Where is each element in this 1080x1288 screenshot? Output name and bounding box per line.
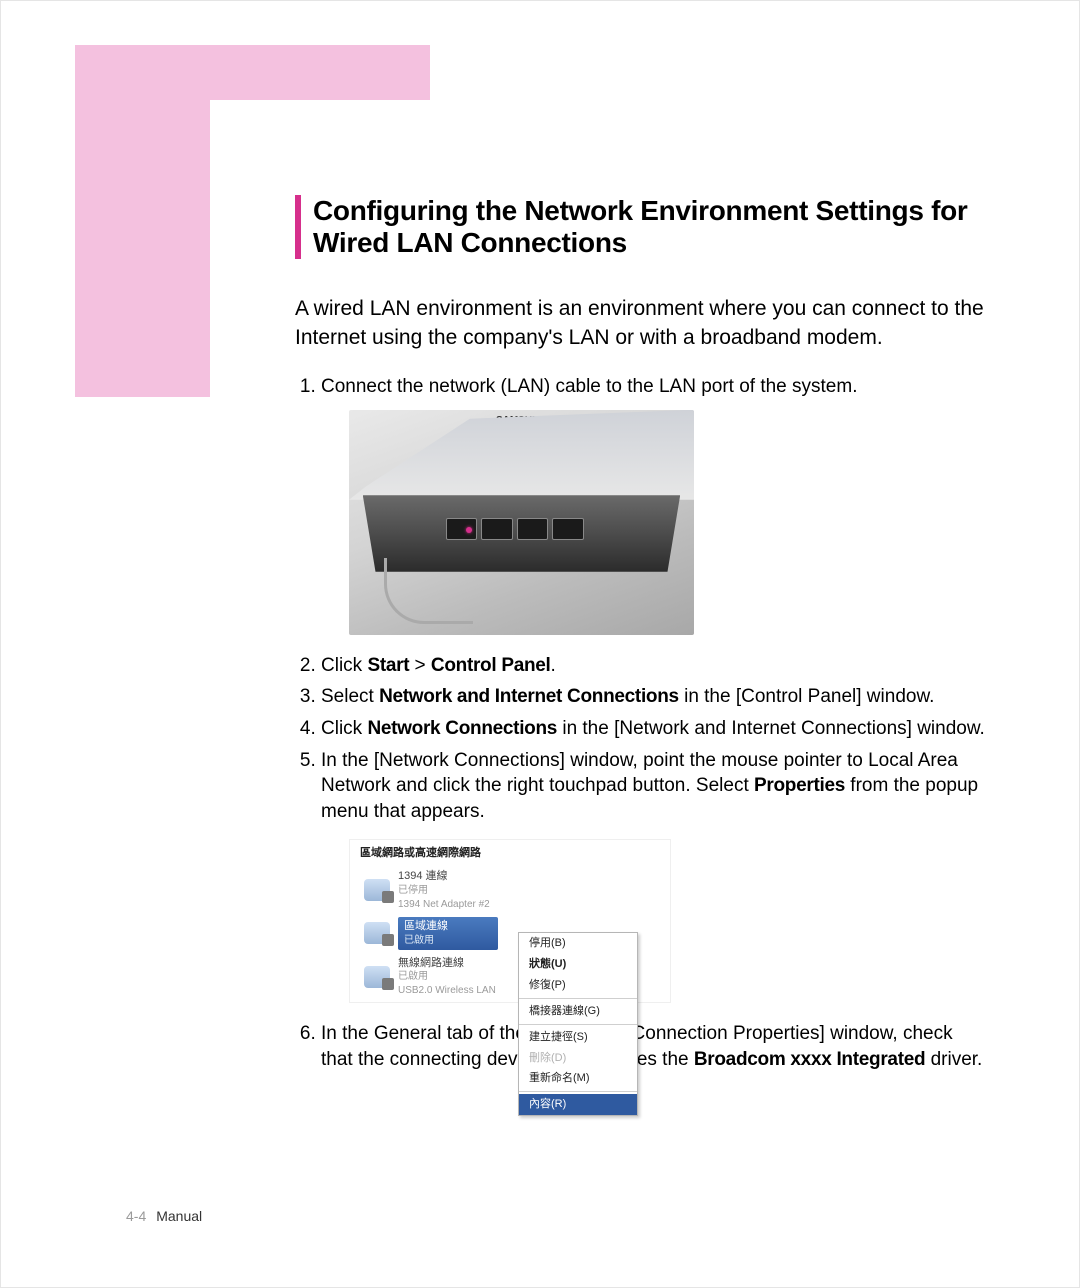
page-footer: 4-4 Manual <box>126 1208 202 1224</box>
step-3: Select Network and Internet Connections … <box>321 684 985 710</box>
step-list: Connect the network (LAN) cable to the L… <box>295 374 985 1073</box>
ctx-delete: 刪除(D) <box>519 1048 637 1069</box>
step-2-start: Start <box>367 655 409 676</box>
ctx-disable: 停用(B) <box>519 933 637 954</box>
connection-name: 無線網路連線 <box>398 957 464 969</box>
step-3-text-c: in the [Control Panel] window. <box>679 686 935 707</box>
connection-icon <box>364 879 390 901</box>
step-4: Click Network Connections in the [Networ… <box>321 716 985 742</box>
step-2-control-panel: Control Panel <box>431 655 551 676</box>
connection-adapter: USB2.0 Wireless LAN <box>398 984 496 998</box>
heading-wrap: Configuring the Network Environment Sett… <box>295 195 985 259</box>
step-3-net-internet: Network and Internet Connections <box>379 686 679 707</box>
step-1-text: Connect the network (LAN) cable to the L… <box>321 376 857 397</box>
step-4-text-c: in the [Network and Internet Connections… <box>557 718 985 739</box>
decor-bar-horizontal <box>75 45 430 100</box>
ctx-repair: 修復(P) <box>519 975 637 996</box>
lan-cable <box>384 558 473 624</box>
connection-status: 已啟用 <box>398 970 496 984</box>
figure-laptop-lan-port: SAMSUNG <box>349 410 694 635</box>
connection-text: 無線網路連線 已啟用 USB2.0 Wireless LAN <box>398 956 496 998</box>
step-6: In the General tab of the [Local Area Co… <box>321 1021 985 1072</box>
connection-text-selected: 區域連線 已啟用 <box>398 917 498 949</box>
content-area: Configuring the Network Environment Sett… <box>295 195 985 1079</box>
ctx-rename: 重新命名(M) <box>519 1068 637 1089</box>
port-slot <box>517 518 549 541</box>
connection-name: 區域連線 <box>404 920 448 932</box>
connection-status: 已啟用 <box>404 934 448 948</box>
step-5: In the [Network Connections] window, poi… <box>321 748 985 1004</box>
ctx-separator <box>519 1091 637 1092</box>
ctx-separator <box>519 1024 637 1025</box>
connection-status: 已停用 <box>398 884 490 898</box>
connection-name: 1394 連線 <box>398 870 448 882</box>
ctx-shortcut: 建立捷徑(S) <box>519 1027 637 1048</box>
page-title: Configuring the Network Environment Sett… <box>313 195 985 259</box>
step-2-text-a: Click <box>321 655 367 676</box>
connection-adapter: 1394 Net Adapter #2 <box>398 898 490 912</box>
ctx-bridge: 橋接器連線(G) <box>519 1001 637 1022</box>
figure-network-connections-window: 區域網路或高速網際網路 1394 連線 已停用 1394 Net Adapter… <box>349 839 671 1004</box>
port-slot <box>552 518 584 541</box>
lan-port-highlight-icon <box>466 527 472 533</box>
ctx-separator <box>519 998 637 999</box>
connection-1394: 1394 連線 已停用 1394 Net Adapter #2 <box>360 866 664 914</box>
ctx-status: 狀態(U) <box>519 954 637 975</box>
connection-icon <box>364 966 390 988</box>
step-2-text-e: . <box>551 655 556 676</box>
step-6-driver: Broadcom xxxx Integrated <box>694 1049 925 1070</box>
step-2-text-c: > <box>409 655 431 676</box>
step-1: Connect the network (LAN) cable to the L… <box>321 374 985 635</box>
connection-text: 1394 連線 已停用 1394 Net Adapter #2 <box>398 869 490 911</box>
laptop-palmrest <box>349 410 694 500</box>
step-6-text-c: driver. <box>925 1049 982 1070</box>
port-slot <box>446 518 478 541</box>
step-4-text-a: Click <box>321 718 367 739</box>
connection-icon <box>364 922 390 944</box>
step-2: Click Start > Control Panel. <box>321 653 985 679</box>
window-section-header: 區域網路或高速網際網路 <box>350 840 670 865</box>
step-4-net-connections: Network Connections <box>367 718 557 739</box>
port-slot <box>481 518 513 541</box>
footer-label: Manual <box>156 1208 202 1224</box>
page-number: 4-4 <box>126 1208 146 1224</box>
step-3-text-a: Select <box>321 686 379 707</box>
intro-paragraph: A wired LAN environment is an environmen… <box>295 295 985 352</box>
step-5-properties: Properties <box>754 775 845 796</box>
document-page: Configuring the Network Environment Sett… <box>0 0 1080 1288</box>
context-menu: 停用(B) 狀態(U) 修復(P) 橋接器連線(G) 建立捷徑(S) 刪除(D)… <box>518 932 638 1116</box>
ctx-properties: 內容(R) <box>519 1094 637 1115</box>
